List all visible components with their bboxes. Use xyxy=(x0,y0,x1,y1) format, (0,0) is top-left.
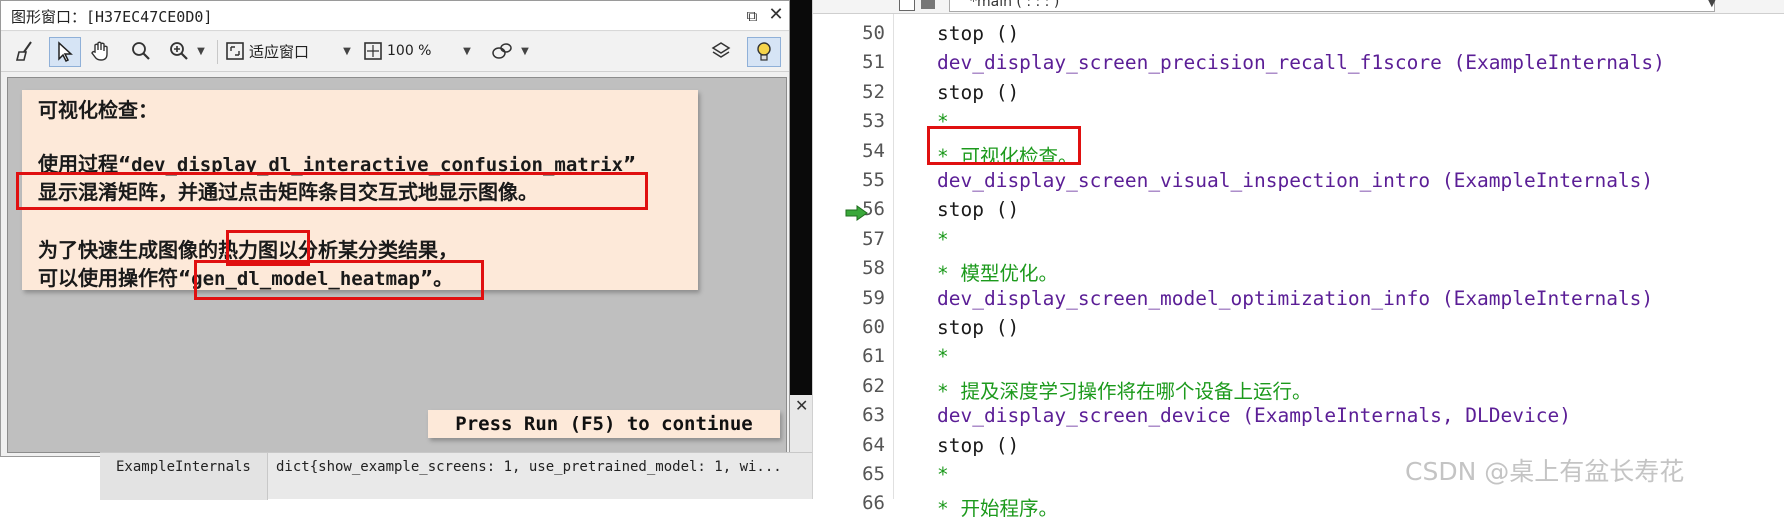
zoom-in-icon[interactable] xyxy=(165,37,193,65)
code-area[interactable]: 50 stop () 51 dev_display_screen_precision_… xyxy=(813,0,1784,520)
draw-shape-icon[interactable] xyxy=(487,37,517,65)
broom-clear-icon[interactable] xyxy=(13,37,39,65)
code-token: dev_display_screen_device xyxy=(937,404,1231,428)
graphics-window-title: 图形窗口：[H37EC47CE0D0] xyxy=(11,8,213,26)
line-number: 52 xyxy=(862,80,885,103)
draw-shape-caret-icon[interactable]: ▼ xyxy=(519,37,531,65)
line-number: 60 xyxy=(862,316,885,338)
code-line[interactable]: stop () xyxy=(937,22,1019,45)
line-number: 57 xyxy=(862,227,885,250)
message-heading: 可视化检查： xyxy=(38,98,158,122)
line-number: 53 xyxy=(862,110,885,133)
program-counter-arrow-icon xyxy=(845,205,868,221)
continue-button[interactable]: Press Run (F5) to continue xyxy=(428,410,780,438)
code-token: dev_display_screen_visual_inspection_int… xyxy=(937,169,1431,192)
code-line[interactable]: stop () xyxy=(937,434,1019,457)
code-line[interactable]: dev_display_screen_model_optimization_in… xyxy=(937,287,1653,310)
code-token: stop () xyxy=(937,22,1020,45)
code-line[interactable]: * 开始程序。 xyxy=(937,492,1058,521)
code-token: (ExampleInternals) xyxy=(1441,51,1665,75)
code-token: (ExampleInternals) xyxy=(1430,286,1654,310)
pointer-icon[interactable] xyxy=(49,37,81,67)
variable-name[interactable]: ExampleInternals xyxy=(100,453,268,500)
panel-close-icon[interactable]: ✕ xyxy=(795,398,811,414)
code-line[interactable]: * xyxy=(937,345,949,368)
graphics-window-titlebar[interactable]: 图形窗口：[H37EC47CE0D0] ⧉ ✕ xyxy=(1,1,789,31)
code-token: (ExampleInternals, DLDevice) xyxy=(1230,404,1571,428)
variable-panel: ExampleInternals dict{show_example_scree… xyxy=(100,452,812,500)
line-number: 61 xyxy=(862,345,885,368)
code-token: dev_display_screen_precision_recall_f1sc… xyxy=(937,51,1442,75)
code-token: stop () xyxy=(937,433,1020,457)
highlight-box-confusion-matrix xyxy=(16,172,648,210)
code-token: * xyxy=(937,345,949,369)
toolbar-separator xyxy=(217,40,218,64)
highlight-box-operator xyxy=(194,260,484,300)
line-number: 62 xyxy=(862,374,885,397)
line-number: 59 xyxy=(862,286,885,309)
program-editor: *main ( : : : ) ▼ 50 stop () 51 dev_display… xyxy=(812,0,1784,520)
code-token: * xyxy=(937,463,949,486)
code-line[interactable]: stop () xyxy=(937,316,1019,339)
line-number: 64 xyxy=(862,433,885,456)
close-window-button[interactable]: ✕ xyxy=(767,6,785,24)
code-line[interactable]: stop () xyxy=(937,198,1019,221)
graphics-toolbar: ▼ 适应窗口 ▼ 100 % ▼ ▼ xyxy=(1,32,789,72)
line-number: 51 xyxy=(862,51,885,74)
zoom-percent-select[interactable]: 100 % xyxy=(363,37,473,65)
code-line[interactable]: * 提及深度学习操作将在哪个设备上运行。 xyxy=(937,375,1311,404)
zoom-percent-label: 100 % xyxy=(387,43,432,59)
highlight-box-comment xyxy=(927,126,1081,165)
variable-value[interactable]: dict{show_example_screens: 1, use_pretra… xyxy=(276,459,806,475)
watermark: CSDN @桌上有盆长寿花 xyxy=(1405,457,1685,486)
dark-divider xyxy=(790,0,812,395)
line-number: 58 xyxy=(862,257,885,280)
code-line[interactable]: dev_display_screen_precision_recall_f1sc… xyxy=(937,51,1665,74)
zoom-percent-icon xyxy=(364,42,382,60)
code-token: * xyxy=(937,227,949,251)
fit-window-label: 适应窗口 xyxy=(249,42,310,61)
code-line[interactable]: * xyxy=(937,228,949,251)
code-token: * 模型优化。 xyxy=(937,262,1058,286)
hand-pan-icon[interactable] xyxy=(85,37,115,65)
code-token: stop () xyxy=(937,316,1020,339)
line-number: 55 xyxy=(862,169,885,191)
line-number: 66 xyxy=(862,492,885,515)
code-token: stop () xyxy=(937,80,1020,104)
code-line[interactable]: * 模型优化。 xyxy=(937,257,1058,286)
code-line[interactable]: dev_display_screen_visual_inspection_int… xyxy=(937,169,1653,192)
code-line[interactable]: * xyxy=(937,463,949,486)
zoom-percent-caret-icon[interactable]: ▼ xyxy=(461,37,473,65)
code-token: dev_display_screen_model_optimization_in… xyxy=(937,286,1431,310)
magnifier-icon[interactable] xyxy=(127,37,155,65)
code-token: stop () xyxy=(937,198,1020,222)
layers-icon[interactable] xyxy=(707,37,735,65)
code-token: * 提及深度学习操作将在哪个设备上运行。 xyxy=(937,379,1312,403)
message-text: 可以使用操作符“ xyxy=(38,266,192,290)
fit-window-icon xyxy=(226,42,244,60)
code-line[interactable]: dev_display_screen_device (ExampleIntern… xyxy=(937,404,1571,427)
code-token: * 开始程序。 xyxy=(937,497,1058,521)
line-number: 65 xyxy=(862,463,885,485)
graphics-window: 图形窗口：[H37EC47CE0D0] ⧉ ✕ ▼ 适应窗口 ▼ 100 % ▼… xyxy=(0,0,790,457)
line-number: 54 xyxy=(862,139,885,162)
lightbulb-icon[interactable] xyxy=(747,37,781,67)
code-line[interactable]: stop () xyxy=(937,81,1019,104)
restore-window-button[interactable]: ⧉ xyxy=(743,7,761,25)
fit-dropdown-caret-icon[interactable]: ▼ xyxy=(341,37,353,65)
line-number: 50 xyxy=(862,22,885,44)
zoom-dropdown-caret-icon[interactable]: ▼ xyxy=(195,37,207,65)
graphics-canvas[interactable]: 可视化检查： 使用过程“dev_display_dl_interactive_c… xyxy=(7,77,787,453)
line-number: 63 xyxy=(862,404,885,427)
code-token: (ExampleInternals) xyxy=(1430,169,1654,192)
